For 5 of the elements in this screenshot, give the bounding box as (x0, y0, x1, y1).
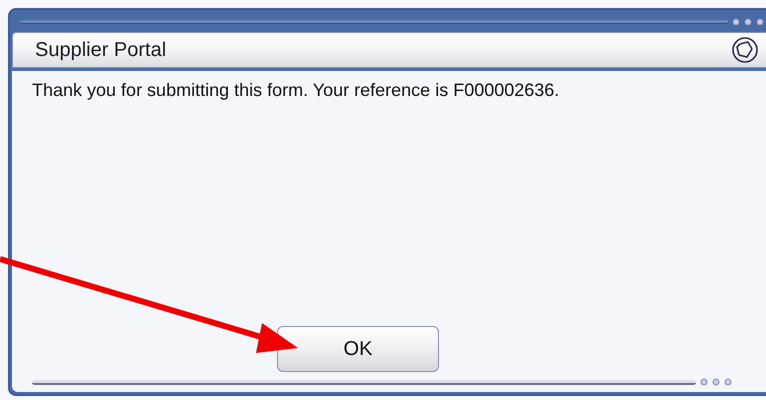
confirmation-message: Thank you for submitting this form. Your reference is F000002636. (32, 79, 560, 102)
window-title: Supplier Portal (35, 38, 166, 63)
grip-dots-icon (700, 378, 734, 386)
ok-button[interactable]: OK (277, 326, 439, 372)
grip-dots-icon (732, 18, 766, 26)
